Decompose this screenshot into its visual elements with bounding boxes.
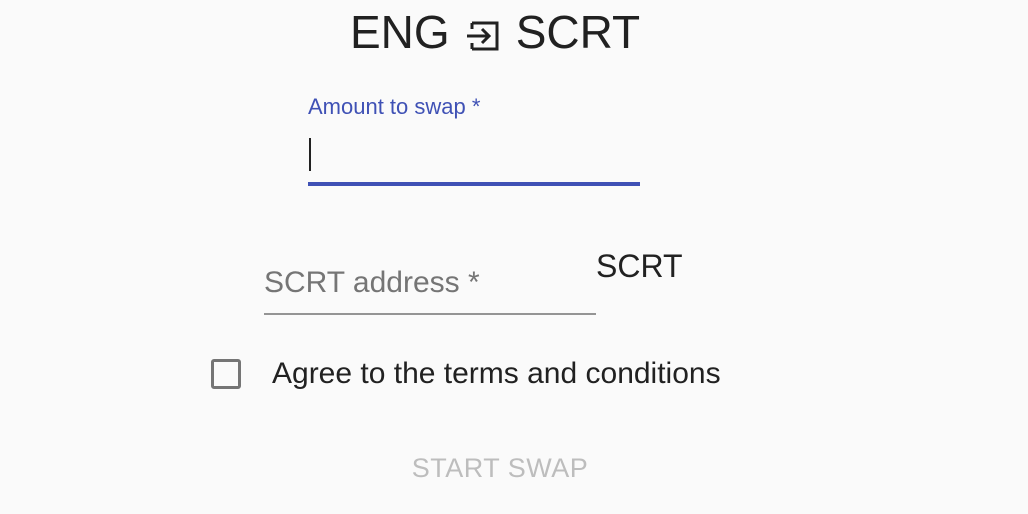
scrt-address-input[interactable] <box>264 266 596 312</box>
from-token-label: ENG <box>350 6 450 58</box>
terms-checkbox[interactable] <box>211 359 241 389</box>
swap-arrow-icon <box>464 12 504 52</box>
scrt-address-underline <box>264 313 596 315</box>
amount-input[interactable] <box>308 130 640 182</box>
amount-label: Amount to swap * <box>308 94 481 119</box>
to-token-label: SCRT <box>515 6 641 58</box>
text-caret <box>309 138 311 171</box>
scrt-address-field: SCRT address * <box>264 258 596 318</box>
swap-title: ENG SCRT <box>350 4 640 60</box>
terms-row[interactable]: Agree to the terms and conditions <box>208 352 721 396</box>
scrt-address-suffix: SCRT <box>596 248 683 284</box>
amount-field: Amount to swap * <box>308 94 640 188</box>
amount-underline <box>308 182 640 186</box>
start-swap-button[interactable]: START SWAP <box>392 446 608 490</box>
terms-label[interactable]: Agree to the terms and conditions <box>272 357 721 391</box>
